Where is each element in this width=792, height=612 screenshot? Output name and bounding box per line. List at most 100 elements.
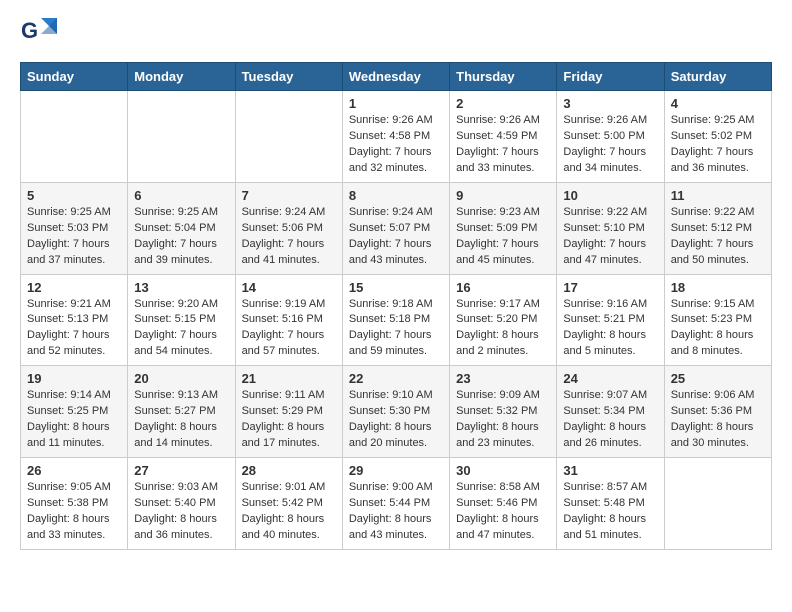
day-number: 12 [27,280,121,295]
day-number: 3 [563,96,657,111]
day-number: 16 [456,280,550,295]
page: G SundayMondayTuesdayWednesdayThursdayFr… [0,0,792,566]
day-content: Sunrise: 9:17 AMSunset: 5:20 PMDaylight:… [456,297,550,361]
day-cell: 6 Sunrise: 9:25 AMSunset: 5:04 PMDaylight… [128,182,235,274]
day-cell: 26 Sunrise: 9:05 AMSunset: 5:38 PMDayligh… [21,458,128,550]
day-cell: 11 Sunrise: 9:22 AMSunset: 5:12 PMDayligh… [664,182,771,274]
day-content: Sunrise: 9:23 AMSunset: 5:09 PMDaylight:… [456,205,550,269]
day-number: 23 [456,371,550,386]
day-content: Sunrise: 9:14 AMSunset: 5:25 PMDaylight:… [27,388,121,452]
day-number: 9 [456,188,550,203]
day-content: Sunrise: 9:26 AMSunset: 5:00 PMDaylight:… [563,113,657,177]
col-header-saturday: Saturday [664,63,771,91]
day-cell: 18 Sunrise: 9:15 AMSunset: 5:23 PMDayligh… [664,274,771,366]
week-row-4: 19Sunrise: 9:14 AMSunset: 5:25 PMDayligh… [21,366,772,458]
logo: G [20,16,62,52]
day-number: 8 [349,188,443,203]
day-cell [235,91,342,183]
day-number: 22 [349,371,443,386]
day-cell: 19Sunrise: 9:14 AMSunset: 5:25 PMDayligh… [21,366,128,458]
day-content: Sunrise: 9:03 AMSunset: 5:40 PMDaylight:… [134,480,228,544]
day-number: 6 [134,188,228,203]
day-content: Sunrise: 9:10 AMSunset: 5:30 PMDaylight:… [349,388,443,452]
day-content: Sunrise: 9:07 AMSunset: 5:34 PMDaylight:… [563,388,657,452]
svg-text:G: G [21,18,38,43]
day-number: 7 [242,188,336,203]
day-number: 25 [671,371,765,386]
day-content: Sunrise: 9:15 AMSunset: 5:23 PMDaylight:… [671,297,765,361]
day-content: Sunrise: 9:25 AMSunset: 5:02 PMDaylight:… [671,113,765,177]
day-content: Sunrise: 9:19 AMSunset: 5:16 PMDaylight:… [242,297,336,361]
day-cell: 8 Sunrise: 9:24 AMSunset: 5:07 PMDaylight… [342,182,449,274]
day-content: Sunrise: 9:11 AMSunset: 5:29 PMDaylight:… [242,388,336,452]
col-header-friday: Friday [557,63,664,91]
day-number: 5 [27,188,121,203]
header: G [20,16,772,52]
day-content: Sunrise: 9:21 AMSunset: 5:13 PMDaylight:… [27,297,121,361]
day-cell: 27 Sunrise: 9:03 AMSunset: 5:40 PMDayligh… [128,458,235,550]
day-number: 30 [456,463,550,478]
day-number: 14 [242,280,336,295]
day-cell: 2Sunrise: 9:26 AMSunset: 4:59 PMDaylight… [450,91,557,183]
day-content: Sunrise: 9:01 AMSunset: 5:42 PMDaylight:… [242,480,336,544]
day-content: Sunrise: 9:13 AMSunset: 5:27 PMDaylight:… [134,388,228,452]
day-cell: 23Sunrise: 9:09 AMSunset: 5:32 PMDayligh… [450,366,557,458]
day-cell [21,91,128,183]
col-header-thursday: Thursday [450,63,557,91]
day-cell: 10 Sunrise: 9:22 AMSunset: 5:10 PMDayligh… [557,182,664,274]
day-content: Sunrise: 9:16 AMSunset: 5:21 PMDaylight:… [563,297,657,361]
day-cell [664,458,771,550]
day-content: Sunrise: 9:24 AMSunset: 5:06 PMDaylight:… [242,205,336,269]
day-content: Sunrise: 9:25 AMSunset: 5:04 PMDaylight:… [134,205,228,269]
day-cell: 1 Sunrise: 9:26 AMSunset: 4:58 PMDaylight… [342,91,449,183]
day-cell: 28 Sunrise: 9:01 AMSunset: 5:42 PMDayligh… [235,458,342,550]
day-cell: 22 Sunrise: 9:10 AMSunset: 5:30 PMDayligh… [342,366,449,458]
day-number: 13 [134,280,228,295]
day-cell: 25 Sunrise: 9:06 AMSunset: 5:36 PMDayligh… [664,366,771,458]
day-content: Sunrise: 9:26 AMSunset: 4:58 PMDaylight:… [349,113,443,177]
col-header-monday: Monday [128,63,235,91]
day-number: 31 [563,463,657,478]
logo-icon: G [20,16,58,52]
day-number: 4 [671,96,765,111]
day-content: Sunrise: 9:20 AMSunset: 5:15 PMDaylight:… [134,297,228,361]
week-row-1: 1 Sunrise: 9:26 AMSunset: 4:58 PMDaylight… [21,91,772,183]
day-cell: 12 Sunrise: 9:21 AMSunset: 5:13 PMDayligh… [21,274,128,366]
header-row: SundayMondayTuesdayWednesdayThursdayFrid… [21,63,772,91]
day-cell: 20 Sunrise: 9:13 AMSunset: 5:27 PMDayligh… [128,366,235,458]
day-cell: 21 Sunrise: 9:11 AMSunset: 5:29 PMDayligh… [235,366,342,458]
day-number: 18 [671,280,765,295]
day-cell [128,91,235,183]
day-cell: 24Sunrise: 9:07 AMSunset: 5:34 PMDayligh… [557,366,664,458]
col-header-wednesday: Wednesday [342,63,449,91]
col-header-tuesday: Tuesday [235,63,342,91]
day-content: Sunrise: 8:58 AMSunset: 5:46 PMDaylight:… [456,480,550,544]
day-number: 1 [349,96,443,111]
day-content: Sunrise: 9:22 AMSunset: 5:12 PMDaylight:… [671,205,765,269]
day-content: Sunrise: 9:05 AMSunset: 5:38 PMDaylight:… [27,480,121,544]
day-cell: 30 Sunrise: 8:58 AMSunset: 5:46 PMDayligh… [450,458,557,550]
day-number: 29 [349,463,443,478]
day-cell: 17 Sunrise: 9:16 AMSunset: 5:21 PMDayligh… [557,274,664,366]
day-content: Sunrise: 9:25 AMSunset: 5:03 PMDaylight:… [27,205,121,269]
day-number: 21 [242,371,336,386]
calendar-table: SundayMondayTuesdayWednesdayThursdayFrid… [20,62,772,550]
day-number: 2 [456,96,550,111]
day-cell: 16 Sunrise: 9:17 AMSunset: 5:20 PMDayligh… [450,274,557,366]
day-content: Sunrise: 9:24 AMSunset: 5:07 PMDaylight:… [349,205,443,269]
day-number: 28 [242,463,336,478]
week-row-2: 5 Sunrise: 9:25 AMSunset: 5:03 PMDaylight… [21,182,772,274]
day-number: 11 [671,188,765,203]
day-content: Sunrise: 9:06 AMSunset: 5:36 PMDaylight:… [671,388,765,452]
day-number: 17 [563,280,657,295]
day-number: 10 [563,188,657,203]
day-content: Sunrise: 9:22 AMSunset: 5:10 PMDaylight:… [563,205,657,269]
day-number: 26 [27,463,121,478]
day-content: Sunrise: 9:18 AMSunset: 5:18 PMDaylight:… [349,297,443,361]
day-cell: 31Sunrise: 8:57 AMSunset: 5:48 PMDayligh… [557,458,664,550]
day-number: 27 [134,463,228,478]
day-cell: 3 Sunrise: 9:26 AMSunset: 5:00 PMDaylight… [557,91,664,183]
week-row-3: 12 Sunrise: 9:21 AMSunset: 5:13 PMDayligh… [21,274,772,366]
day-number: 20 [134,371,228,386]
day-cell: 4 Sunrise: 9:25 AMSunset: 5:02 PMDaylight… [664,91,771,183]
